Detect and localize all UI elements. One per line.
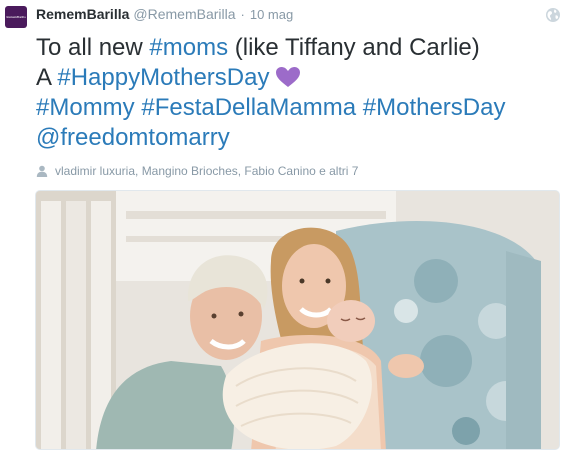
tweet-timestamp[interactable]: 10 mag bbox=[250, 7, 293, 22]
tweet-header: RememBarilla @RememBarilla · 10 mag bbox=[36, 6, 293, 24]
header-separator: · bbox=[240, 7, 245, 22]
hashtag-moms[interactable]: #moms bbox=[149, 34, 228, 61]
favorited-by-names[interactable]: vladimir luxuria, Mangino Brioches, Fabi… bbox=[55, 164, 358, 178]
hashtag-mothersday[interactable]: #MothersDay bbox=[363, 94, 506, 121]
tweet-line-2: A #HappyMothersDay bbox=[36, 63, 556, 93]
purple-heart-emoji bbox=[276, 67, 301, 87]
tweet-text-segment: To all new bbox=[36, 34, 150, 61]
screen-name[interactable]: @RememBarilla bbox=[133, 6, 235, 22]
tweet-text-segment: A bbox=[36, 64, 58, 91]
tweet-text-segment: (like Tiffany and Carlie) bbox=[228, 34, 480, 61]
favorited-by-row[interactable]: vladimir luxuria, Mangino Brioches, Fabi… bbox=[36, 163, 358, 179]
display-name[interactable]: RememBarilla bbox=[36, 6, 129, 22]
hashtag-festadellamamma[interactable]: #FestaDellaMamma bbox=[141, 94, 356, 121]
avatar-logo-text: RememBarilla bbox=[6, 15, 26, 19]
person-icon bbox=[36, 165, 48, 177]
hashtag-happymothersday[interactable]: #HappyMothersDay bbox=[57, 64, 269, 91]
tweet-photo[interactable] bbox=[35, 190, 560, 450]
tweet-line-1: To all new #moms (like Tiffany and Carli… bbox=[36, 33, 556, 63]
globe-icon[interactable] bbox=[545, 7, 561, 23]
hashtag-mommy[interactable]: #Mommy bbox=[36, 94, 135, 121]
tweet-line-4: @freedomtomarry bbox=[36, 123, 556, 153]
photo-scene bbox=[36, 191, 559, 449]
user-avatar[interactable]: RememBarilla bbox=[5, 6, 27, 28]
mention-freedomtomarry[interactable]: @freedomtomarry bbox=[36, 124, 230, 151]
tweet-line-3: #Mommy #FestaDellaMamma #MothersDay bbox=[36, 93, 556, 123]
tweet-text: To all new #moms (like Tiffany and Carli… bbox=[36, 33, 556, 153]
